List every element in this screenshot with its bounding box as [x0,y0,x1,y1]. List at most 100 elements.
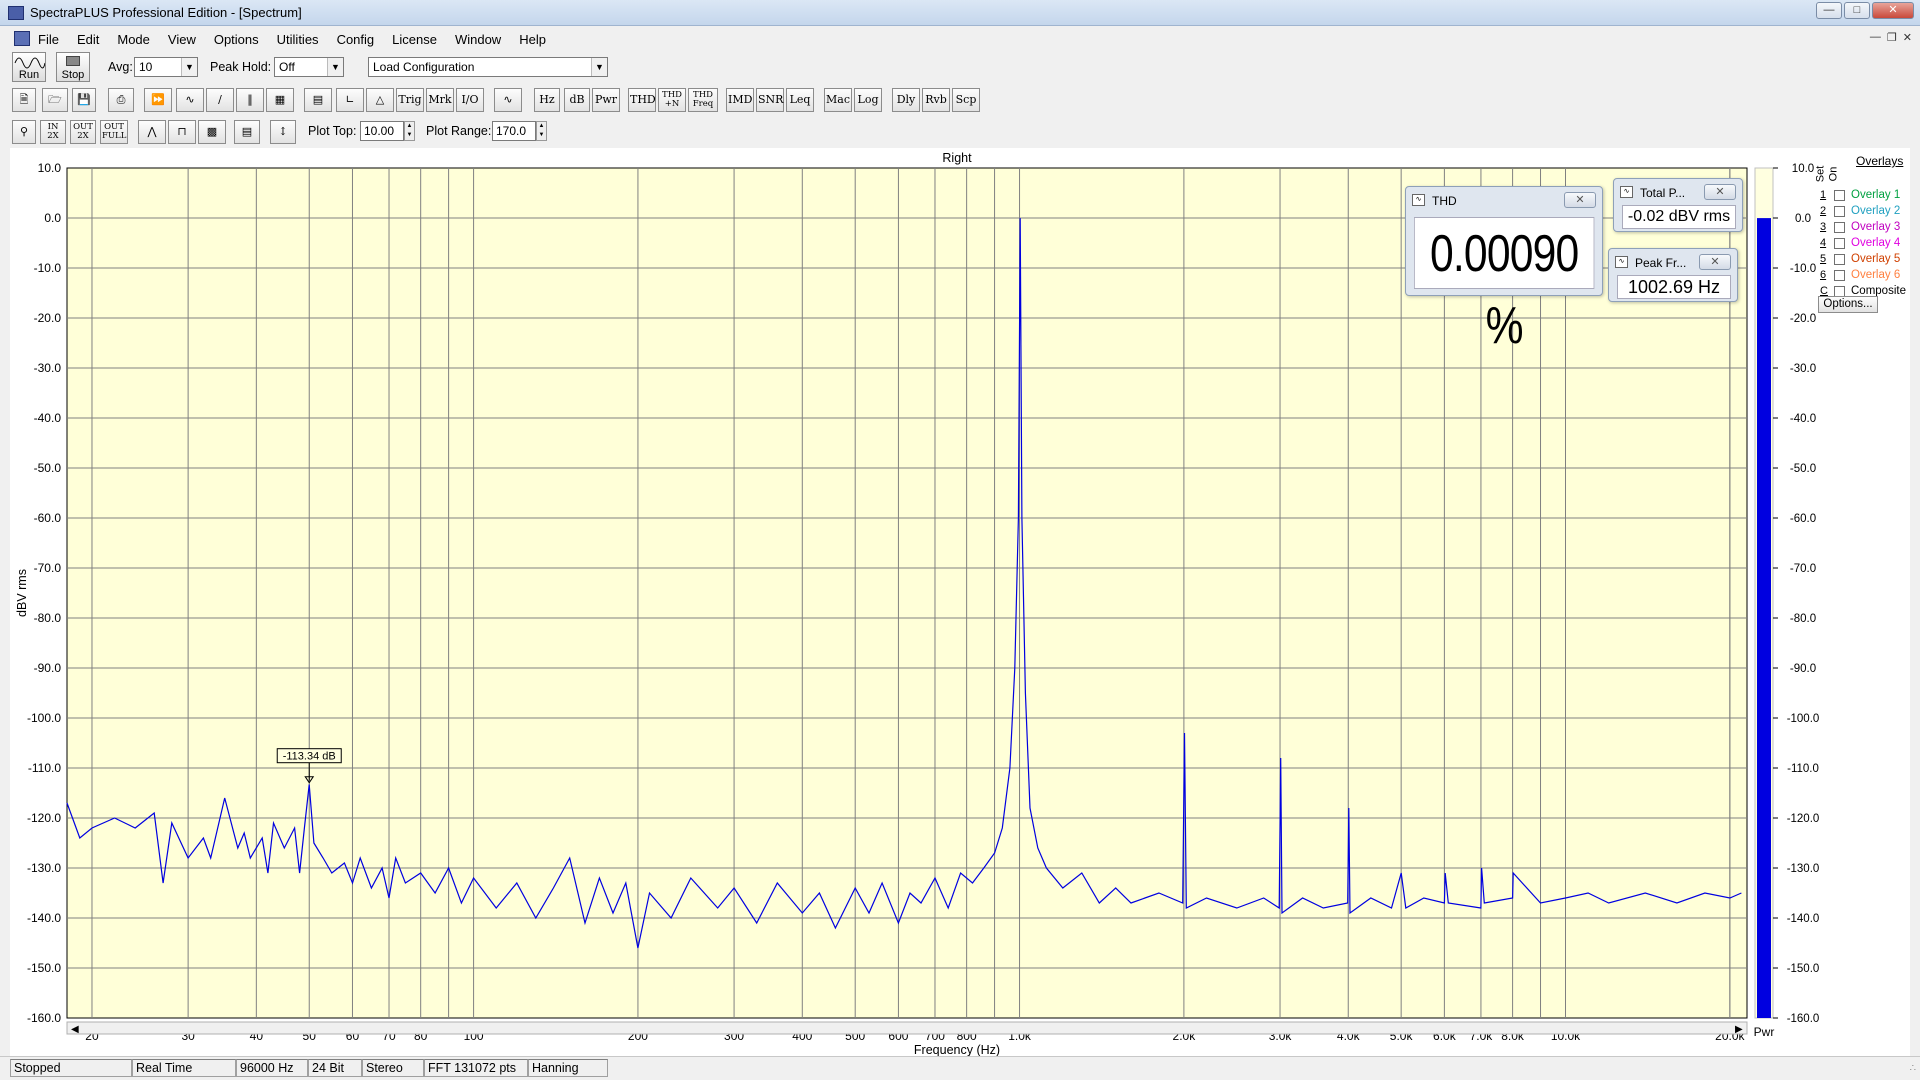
leq-button[interactable]: Leq [786,88,814,112]
power-meter-tick-label: 0.0 [1795,213,1811,225]
power-meter-tick-label: -80.0 [1790,613,1816,625]
mrk-button[interactable]: Mrk [426,88,454,112]
plot-range-input[interactable]: 170.0 ▲ ▼ [492,121,547,141]
overlay-checkbox[interactable] [1834,237,1845,249]
log-button[interactable]: Log [854,88,882,112]
menu-license[interactable]: License [392,32,437,47]
overlay-set-button[interactable]: 2 [1820,205,1832,217]
menu-utilities[interactable]: Utilities [277,32,319,47]
list-icon[interactable]: ▤ [234,120,260,144]
configuration-select[interactable]: Load Configuration ▼ [368,57,608,77]
stop-button[interactable]: Stop [56,52,90,82]
menu-mode[interactable]: Mode [117,32,150,47]
status-bar: Stopped Real Time 96000 Hz 24 Bit Stereo… [0,1056,1920,1080]
axis-icon[interactable]: ∟ [336,88,364,112]
zoom-in-2x-icon[interactable]: IN 2X [40,120,66,144]
io-button[interactable]: I/O [456,88,484,112]
y-tick-label: -50.0 [34,461,62,475]
overlay-checkbox[interactable] [1834,205,1845,217]
hz-button[interactable]: Hz [534,88,560,112]
spin-arrows-icon[interactable]: ▲ ▼ [404,121,415,141]
close-icon[interactable]: ✕ [1699,254,1731,270]
thd-button[interactable]: THD [628,88,656,112]
zoom-out-full-icon[interactable]: OUT FULL [100,120,128,144]
fast-forward-icon[interactable]: ⏩ [144,88,172,112]
doc-minimize-button[interactable]: — [1870,31,1881,44]
peak-frequency-meter[interactable]: ∿ Peak Fr... ✕ 1002.69 Hz [1608,248,1738,302]
bars-icon[interactable]: ‖ [236,88,264,112]
overlay-row: 3 Overlay 3 [1820,220,1900,234]
scroll-left-icon[interactable]: ◀ [71,1024,79,1035]
zoom-out-2x-icon[interactable]: OUT 2X [70,120,96,144]
scp-button[interactable]: Scp [952,88,980,112]
open-folder-icon[interactable]: 🗁 [42,88,68,112]
overlay-row: 2 Overlay 2 [1820,204,1900,218]
overlay-set-button[interactable]: 3 [1820,221,1832,233]
overlay-set-button[interactable]: 5 [1820,253,1832,265]
trig-button[interactable]: Trig [396,88,424,112]
menu-window[interactable]: Window [455,32,501,47]
overlay-checkbox[interactable] [1834,285,1845,297]
menu-config[interactable]: Config [337,32,375,47]
run-button[interactable]: Run [12,52,46,82]
scroll-right-icon[interactable]: ▶ [1735,1024,1743,1035]
scale-icon[interactable]: ↕ [270,120,296,144]
overlay-checkbox[interactable] [1834,253,1845,265]
horizontal-scrollbar[interactable] [66,1021,1748,1035]
imd-button[interactable]: IMD [726,88,754,112]
resize-grip-icon[interactable]: ∴ [1910,1063,1916,1074]
waveform-icon[interactable]: ∿ [176,88,204,112]
overlay-set-button[interactable]: 1 [1820,189,1832,201]
avg-select[interactable]: 10 ▼ [134,57,198,77]
snr-button[interactable]: SNR [756,88,784,112]
overlay-set-button[interactable]: 4 [1820,237,1832,249]
spin-arrows-icon[interactable]: ▲ ▼ [536,121,547,141]
overlay-checkbox[interactable] [1834,221,1845,233]
pwr-button[interactable]: Pwr [592,88,620,112]
menu-file[interactable]: File [38,32,59,47]
menu-help[interactable]: Help [519,32,546,47]
meter-icon: ∿ [1620,186,1633,198]
y-tick-label: -160.0 [27,1011,61,1025]
overlay-set-button[interactable]: 6 [1820,269,1832,281]
power-meter-tick-label: -70.0 [1790,563,1816,575]
menu-options[interactable]: Options [214,32,259,47]
dly-button[interactable]: Dly [892,88,920,112]
print-icon[interactable]: ⎙ [108,88,134,112]
overlay-options-button[interactable]: Options... [1818,296,1878,313]
maximize-button[interactable]: □ [1844,2,1870,19]
overlay-checkbox[interactable] [1834,189,1845,201]
menu-edit[interactable]: Edit [77,32,99,47]
close-icon[interactable]: ✕ [1564,192,1596,208]
status-sample-rate: 96000 Hz [236,1059,308,1077]
peak-icon[interactable]: ⋀ [138,120,166,144]
thd-meter[interactable]: ∿ THD ✕ 0.00090 % [1405,186,1603,355]
close-button[interactable]: ✕ [1872,2,1914,19]
thd-n-button[interactable]: THD +N [658,88,686,112]
rvb-button[interactable]: Rvb [922,88,950,112]
db-button[interactable]: dB [564,88,590,112]
plot-top-input[interactable]: 10.00 ▲ ▼ [360,121,415,141]
save-icon[interactable]: 💾 [72,88,96,112]
menu-view[interactable]: View [168,32,196,47]
step-icon[interactable]: ⊓ [168,120,196,144]
octave-bars-icon[interactable]: ▩ [198,120,226,144]
zoom-icon[interactable]: ⚲ [12,120,36,144]
meter-icon: ∿ [1615,256,1628,268]
3d-plot-icon[interactable]: ▦ [266,88,294,112]
window-list-icon[interactable]: ▤ [304,88,332,112]
doc-close-button[interactable]: ✕ [1903,31,1912,44]
mac-button[interactable]: Mac [824,88,852,112]
minimize-button[interactable]: — [1816,2,1842,19]
overlay-checkbox[interactable] [1834,269,1845,281]
ramp-icon[interactable]: ∕ [206,88,234,112]
cursor-icon[interactable]: △ [366,88,394,112]
close-icon[interactable]: ✕ [1704,184,1736,200]
doc-restore-button[interactable]: ❐ [1887,31,1897,44]
total-power-meter[interactable]: ∿ Total P... ✕ -0.02 dBV rms [1613,178,1743,232]
generator-icon[interactable]: ∿ [494,88,522,112]
new-file-icon[interactable]: 🗎 [12,88,36,112]
document-icon[interactable] [14,31,30,46]
thd-freq-button[interactable]: THD Freq [688,88,718,112]
peak-hold-select[interactable]: Off ▼ [274,57,344,77]
